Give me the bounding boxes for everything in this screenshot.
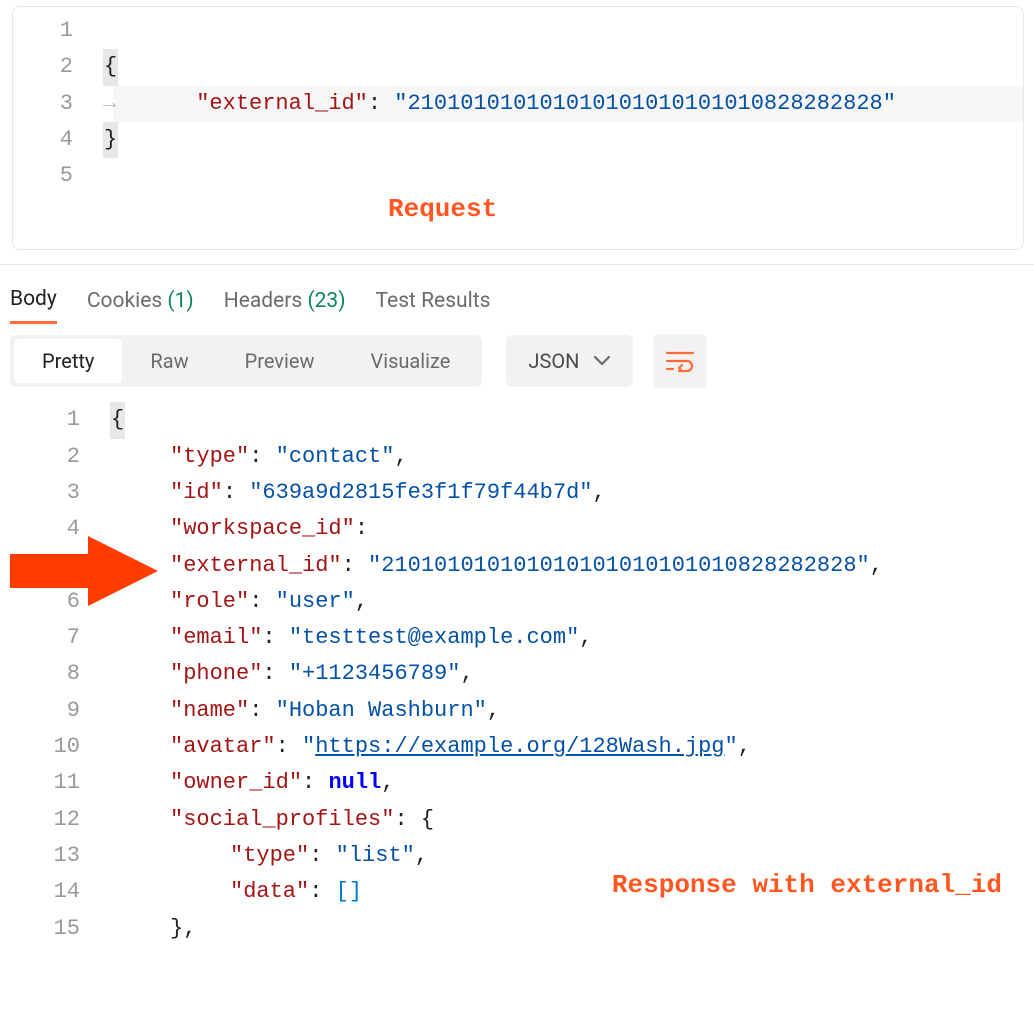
highlight-arrow-icon bbox=[10, 536, 158, 606]
json-value: "+1123456789" bbox=[289, 661, 461, 686]
response-tabs: Body Cookies (1) Headers (23) Test Resul… bbox=[0, 277, 1034, 334]
tab-cookies[interactable]: Cookies (1) bbox=[87, 285, 194, 323]
cookies-count: (1) bbox=[167, 289, 193, 313]
open-brace: { bbox=[421, 807, 434, 832]
line-number: 12 bbox=[10, 802, 110, 838]
wrap-icon bbox=[665, 349, 695, 373]
line-number: 2 bbox=[10, 439, 110, 475]
format-select-label: JSON bbox=[528, 349, 579, 373]
json-null: null bbox=[328, 770, 381, 795]
line-number: 10 bbox=[10, 729, 110, 765]
line-number: 2 bbox=[13, 49, 103, 85]
json-key: "owner_id" bbox=[170, 770, 302, 795]
request-body-editor[interactable]: 1 2 { 3 → "external_id": "21010101010101… bbox=[12, 6, 1024, 250]
json-value: "639a9d2815fe3f1f79f44b7d" bbox=[249, 480, 592, 505]
line-number: 1 bbox=[13, 13, 103, 49]
line-number: 11 bbox=[10, 765, 110, 801]
json-value: "list" bbox=[336, 843, 415, 868]
line-number: 5 bbox=[13, 158, 103, 194]
json-key: "name" bbox=[170, 698, 249, 723]
view-preview-button[interactable]: Preview bbox=[217, 339, 343, 383]
close-brace: } bbox=[170, 916, 183, 941]
json-key: "role" bbox=[170, 589, 249, 614]
format-select[interactable]: JSON bbox=[506, 335, 633, 387]
tab-body[interactable]: Body bbox=[10, 283, 57, 324]
response-section: Body Cookies (1) Headers (23) Test Resul… bbox=[0, 264, 1034, 946]
line-number: 14 bbox=[10, 874, 110, 910]
line-number: 3 bbox=[13, 86, 103, 122]
line-number: 4 bbox=[13, 122, 103, 158]
wrap-lines-button[interactable] bbox=[653, 334, 707, 388]
json-key: "external_id" bbox=[196, 91, 368, 116]
headers-count: (23) bbox=[307, 289, 345, 313]
json-value: "contact" bbox=[276, 444, 395, 469]
tab-cookies-label: Cookies bbox=[87, 289, 162, 313]
line-number: 15 bbox=[10, 911, 110, 947]
open-brace: { bbox=[103, 49, 118, 85]
response-body-viewer[interactable]: 1{ 2"type": "contact", 3"id": "639a9d281… bbox=[10, 398, 1024, 946]
json-key: "email" bbox=[170, 625, 262, 650]
json-key: "type" bbox=[170, 444, 249, 469]
json-key: "data" bbox=[230, 879, 309, 904]
json-value: "210101010101010101010101010828282828" bbox=[368, 553, 870, 578]
json-key: "external_id" bbox=[170, 553, 342, 578]
json-key: "type" bbox=[230, 843, 309, 868]
view-pretty-button[interactable]: Pretty bbox=[14, 339, 122, 383]
tab-headers-label: Headers bbox=[224, 289, 302, 313]
line-number: 13 bbox=[10, 838, 110, 874]
view-mode-segment: Pretty Raw Preview Visualize bbox=[10, 335, 482, 387]
json-key: "avatar" bbox=[170, 734, 276, 759]
line-number: 1 bbox=[10, 402, 110, 438]
line-number: 8 bbox=[10, 656, 110, 692]
json-value: "Hoban Washburn" bbox=[276, 698, 487, 723]
view-raw-button[interactable]: Raw bbox=[122, 339, 216, 383]
json-key: "social_profiles" bbox=[170, 807, 394, 832]
view-visualize-button[interactable]: Visualize bbox=[342, 339, 478, 383]
line-number: 9 bbox=[10, 693, 110, 729]
json-key: "workspace_id" bbox=[170, 516, 355, 541]
json-value: "testtest@example.com" bbox=[289, 625, 579, 650]
request-annotation-label: Request bbox=[388, 188, 497, 231]
chevron-down-icon bbox=[593, 355, 611, 367]
response-toolbar: Pretty Raw Preview Visualize JSON bbox=[0, 334, 1034, 388]
json-value: "user" bbox=[276, 589, 355, 614]
open-brace: { bbox=[110, 402, 125, 438]
json-key: "id" bbox=[170, 480, 223, 505]
json-brackets: [] bbox=[336, 879, 362, 904]
json-key: "phone" bbox=[170, 661, 262, 686]
line-number: 7 bbox=[10, 620, 110, 656]
json-value: "210101010101010101010101010828282828" bbox=[394, 91, 896, 116]
response-annotation-label: Response with external_id bbox=[612, 864, 1002, 907]
tab-test-results[interactable]: Test Results bbox=[376, 285, 491, 323]
tab-headers[interactable]: Headers (23) bbox=[224, 285, 346, 323]
line-number: 3 bbox=[10, 475, 110, 511]
close-brace: } bbox=[103, 122, 118, 158]
json-link-value[interactable]: https://example.org/128Wash.jpg bbox=[315, 734, 724, 759]
